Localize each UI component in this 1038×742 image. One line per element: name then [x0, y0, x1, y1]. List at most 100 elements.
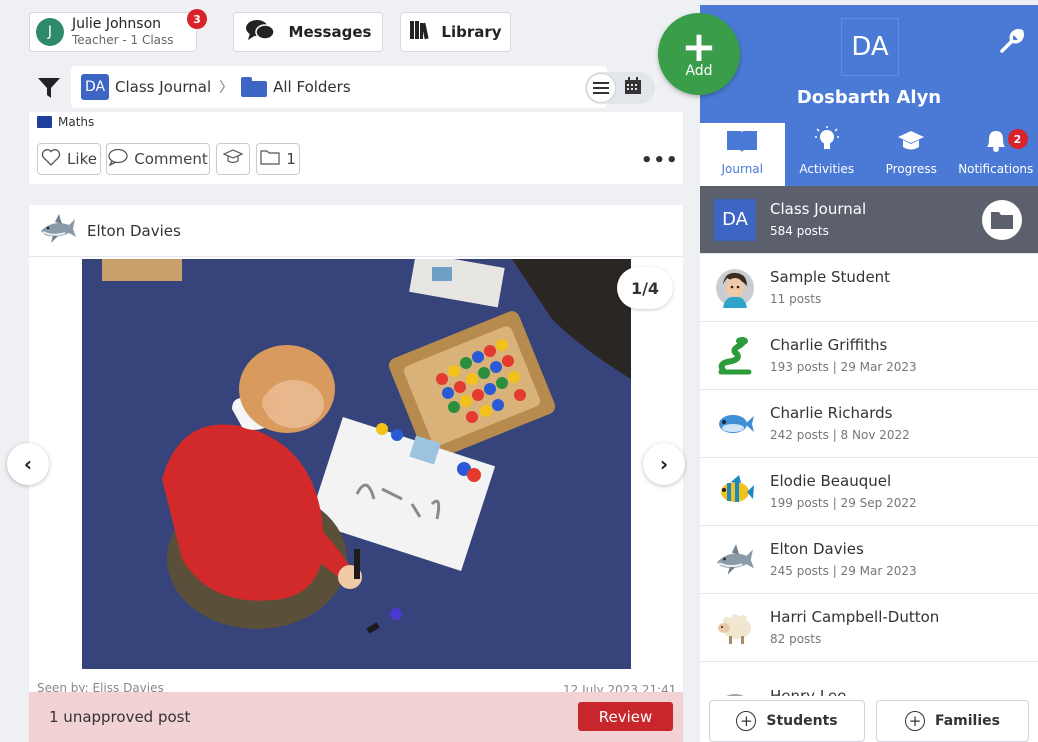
list-item-meta: 11 posts: [770, 291, 822, 306]
previous-post-card: Maths Like Comment 1 •••: [29, 112, 683, 184]
messages-label: Messages: [288, 23, 372, 41]
add-label: Add: [685, 63, 713, 79]
post-card: Elton Davies 1/4 ‹ › Seen by: Eliss Davi…: [7, 205, 685, 742]
filter-icon[interactable]: [37, 76, 61, 104]
bell-icon: [983, 127, 1009, 156]
messages-button[interactable]: Messages: [233, 12, 383, 52]
list-item-meta: 584 posts: [770, 223, 829, 238]
chat-bubbles-icon: [245, 18, 275, 46]
folder-icon: [37, 116, 52, 128]
list-item[interactable]: Henry Lee: [700, 662, 1038, 696]
families-label: Families: [934, 713, 1000, 729]
view-toggle[interactable]: [585, 72, 655, 104]
tab-progress[interactable]: Progress: [869, 123, 954, 186]
list-item[interactable]: Charlie Griffiths 193 posts | 29 Mar 202…: [700, 322, 1038, 390]
unapproved-text: 1 unapproved post: [49, 708, 191, 726]
books-icon: [409, 20, 431, 44]
user-notification-badge: 3: [187, 9, 207, 29]
post-header: Elton Davies: [29, 205, 683, 257]
plus-circle-icon: +: [736, 711, 757, 731]
add-students-button[interactable]: + Students: [709, 700, 865, 742]
student-list: DA Class Journal 584 posts Sample Studen…: [700, 186, 1038, 696]
students-label: Students: [766, 713, 838, 729]
post-photo[interactable]: [82, 259, 631, 669]
tab-journal-label: Journal: [721, 162, 763, 176]
breadcrumb-folder[interactable]: All Folders: [273, 78, 351, 96]
list-view-icon[interactable]: [586, 73, 616, 103]
list-item[interactable]: Elton Davies 245 posts | 29 Mar 2023: [700, 526, 1038, 594]
more-options-icon[interactable]: •••: [641, 150, 679, 171]
calendar-view-icon[interactable]: [624, 77, 642, 99]
tab-progress-label: Progress: [885, 162, 937, 176]
post-author[interactable]: Elton Davies: [87, 222, 181, 240]
chevron-right-icon: ›: [659, 452, 669, 476]
class-initials-avatar: DA: [841, 18, 899, 76]
user-switcher[interactable]: J Julie Johnson Teacher - 1 Class 3: [29, 9, 207, 52]
list-item-name: Harri Campbell-Dutton: [770, 607, 940, 626]
list-item-text: Sample Student 11 posts: [770, 266, 890, 310]
list-item-meta: 245 posts | 29 Mar 2023: [770, 563, 917, 578]
next-photo-button[interactable]: ›: [643, 443, 685, 485]
tab-journal[interactable]: Journal: [700, 123, 785, 186]
folder-icon[interactable]: [982, 200, 1022, 240]
snake-icon: [714, 335, 756, 377]
list-item-text: Henry Lee: [770, 685, 846, 697]
class-initials: DA: [714, 198, 756, 241]
panel-footer: + Students + Families: [700, 696, 1038, 742]
photo-page-indicator: 1/4: [617, 267, 673, 309]
list-item-text: Harri Campbell-Dutton 82 posts: [770, 606, 939, 650]
list-item-meta: 199 posts | 29 Sep 2022: [770, 495, 917, 510]
list-item-class-journal[interactable]: DA Class Journal 584 posts: [700, 186, 1038, 254]
add-families-button[interactable]: + Families: [876, 700, 1029, 742]
breadcrumb[interactable]: DA Class Journal 〉 All Folders: [71, 66, 607, 108]
comment-button[interactable]: Comment: [106, 143, 210, 175]
list-item-name: Class Journal: [770, 199, 867, 218]
progress-button[interactable]: [216, 143, 250, 175]
unapproved-banner: 1 unapproved post Review: [29, 692, 683, 742]
filter-bar: DA Class Journal 〉 All Folders: [29, 62, 683, 112]
tab-notifications[interactable]: Notifications 2: [954, 123, 1038, 186]
list-item[interactable]: Harri Campbell-Dutton 82 posts: [700, 594, 1038, 662]
list-item-meta: 242 posts | 8 Nov 2022: [770, 427, 910, 442]
tropical-fish-icon: [714, 471, 756, 513]
library-button[interactable]: Library: [400, 12, 511, 52]
sheep-icon: [714, 607, 756, 649]
tab-notifications-label: Notifications: [958, 162, 1034, 176]
list-item-name: Sample Student: [770, 267, 891, 286]
list-item-meta: 82 posts: [770, 631, 822, 646]
folder-tag[interactable]: Maths: [37, 115, 94, 129]
like-button[interactable]: Like: [37, 143, 101, 175]
list-item-name: Charlie Richards: [770, 403, 893, 422]
panel-tabs: Journal Activities Progress Notification…: [700, 123, 1038, 186]
shark-icon: [39, 211, 77, 251]
top-bar: J Julie Johnson Teacher - 1 Class 3 Mess…: [0, 0, 700, 62]
list-item-text: Elodie Beauquel 199 posts | 29 Sep 2022: [770, 470, 917, 514]
list-item-name: Elodie Beauquel: [770, 471, 892, 490]
class-journal-avatar: DA: [714, 198, 756, 241]
graduation-cap-icon: [222, 148, 244, 170]
folder-button[interactable]: 1: [256, 143, 300, 175]
breadcrumb-separator: 〉: [219, 80, 234, 96]
folder-tag-label: Maths: [58, 115, 95, 129]
library-label: Library: [441, 23, 502, 41]
wrench-icon[interactable]: [998, 29, 1024, 59]
add-button[interactable]: + Add: [658, 13, 740, 95]
tab-activities-label: Activities: [799, 162, 855, 176]
plus-circle-icon: +: [904, 711, 925, 731]
comment-label: Comment: [134, 150, 208, 168]
class-name: Dosbarth Alyn: [796, 87, 942, 108]
list-item[interactable]: Charlie Richards 242 posts | 8 Nov 2022: [700, 390, 1038, 458]
tab-activities[interactable]: Activities: [785, 123, 870, 186]
review-button[interactable]: Review: [578, 702, 673, 731]
breadcrumb-class[interactable]: Class Journal: [115, 78, 211, 96]
folder-outline-icon: [260, 149, 280, 169]
list-item[interactable]: Elodie Beauquel 199 posts | 29 Sep 2022: [700, 458, 1038, 526]
class-header: DA Dosbarth Alyn: [700, 5, 1038, 123]
shark-icon: [714, 539, 756, 581]
previous-photo-button[interactable]: ‹: [7, 443, 49, 485]
folder-count: 1: [286, 150, 296, 168]
avatar: J: [36, 18, 64, 46]
list-item-meta: 193 posts | 29 Mar 2023: [770, 359, 917, 374]
list-item[interactable]: Sample Student 11 posts: [700, 254, 1038, 322]
folder-icon: [241, 77, 268, 97]
